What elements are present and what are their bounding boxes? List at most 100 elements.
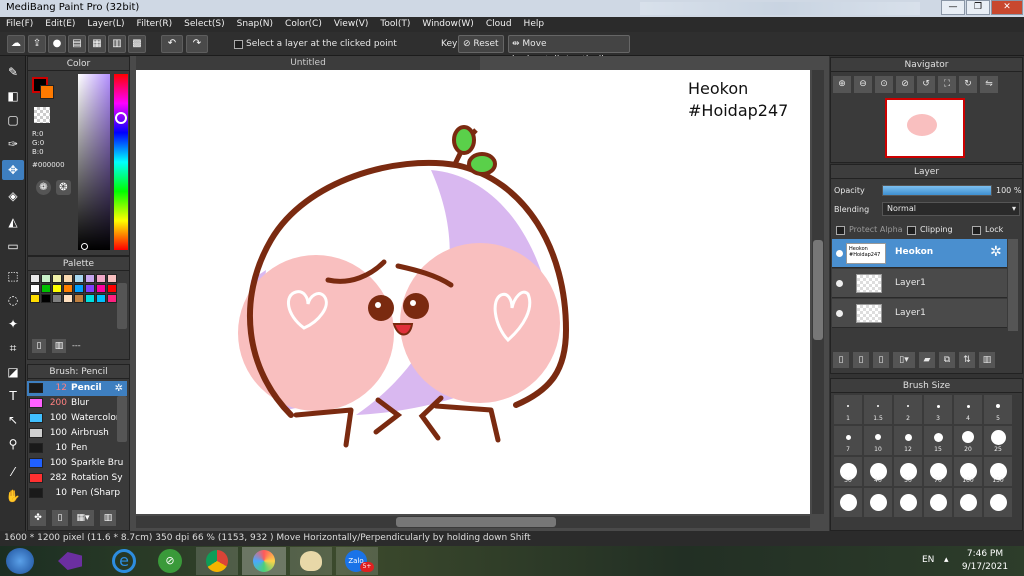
- close-button[interactable]: ✕: [991, 0, 1023, 15]
- brush-size-cell[interactable]: [924, 488, 952, 517]
- brush-size-cell[interactable]: [954, 488, 982, 517]
- palette-swatch[interactable]: [85, 284, 95, 293]
- bucket-tool-icon[interactable]: ◭: [2, 212, 24, 232]
- palette-swatch[interactable]: [96, 294, 106, 303]
- brush-size-cell[interactable]: 1.5: [864, 395, 892, 424]
- palette-swatch[interactable]: [41, 284, 51, 293]
- secondary-color-swatch[interactable]: [40, 85, 54, 99]
- brush-settings-gear-icon[interactable]: ✲: [115, 381, 123, 396]
- brush-size-cell[interactable]: 7: [834, 426, 862, 455]
- move-layer-icon[interactable]: ⇅: [959, 352, 975, 368]
- palette-swatch[interactable]: [30, 284, 40, 293]
- visibility-eye-icon[interactable]: [836, 310, 843, 317]
- brush-size-cell[interactable]: 12: [894, 426, 922, 455]
- visibility-eye-icon[interactable]: [836, 280, 843, 287]
- lock-checkbox[interactable]: [972, 226, 981, 235]
- layer-scrollbar[interactable]: [1008, 239, 1018, 331]
- brush-size-cell[interactable]: 70: [924, 457, 952, 486]
- hue-slider[interactable]: [114, 74, 128, 250]
- minimize-button[interactable]: —: [941, 0, 965, 15]
- document-tab[interactable]: Untitled: [136, 56, 480, 70]
- hand-tool-icon[interactable]: ✋: [2, 486, 24, 506]
- visibility-eye-icon[interactable]: [836, 250, 843, 257]
- palette-swatch[interactable]: [85, 294, 95, 303]
- paint-task[interactable]: [290, 547, 332, 575]
- opacity-slider[interactable]: [882, 185, 992, 196]
- pen-tool-icon[interactable]: ⁄: [2, 462, 24, 482]
- saturation-value-field[interactable]: [78, 74, 110, 250]
- color-picker-icon[interactable]: ❂: [56, 180, 71, 195]
- add-layer-menu-icon[interactable]: ▯▾: [893, 352, 915, 368]
- color-wheel-icon[interactable]: ❁: [36, 180, 51, 195]
- palette-swatch[interactable]: [107, 284, 117, 293]
- menu-tool[interactable]: Tool(T): [374, 17, 416, 32]
- zoom-fit-icon[interactable]: ⊙: [875, 76, 893, 93]
- navigator-preview[interactable]: [885, 98, 965, 158]
- vertical-scroll-thumb[interactable]: [813, 240, 823, 340]
- brush-item[interactable]: 100 Watercolor: [27, 411, 127, 426]
- drawing-canvas[interactable]: Heokon #Hoidap247: [136, 70, 810, 514]
- delete-layer-icon[interactable]: ▥: [979, 352, 995, 368]
- lasso-fill-icon[interactable]: ◈: [2, 186, 24, 206]
- brush-item[interactable]: 10 Pen (Sharp: [27, 486, 127, 501]
- rectangle-tool-icon[interactable]: ▢: [2, 110, 24, 130]
- new-layer-icon[interactable]: ▯: [833, 352, 849, 368]
- dot-tool-icon[interactable]: ✑: [2, 134, 24, 154]
- menu-cloud[interactable]: Cloud: [480, 17, 518, 32]
- canvas-vertical-scrollbar[interactable]: [812, 70, 824, 514]
- brush-item[interactable]: 10 Pen: [27, 441, 127, 456]
- new-palette-icon[interactable]: ▯: [32, 339, 46, 353]
- menu-filter[interactable]: Filter(R): [131, 17, 179, 32]
- menu-edit[interactable]: Edit(E): [39, 17, 81, 32]
- brush-size-cell[interactable]: 40: [864, 457, 892, 486]
- brush-size-cell[interactable]: 4: [954, 395, 982, 424]
- text-tool-icon[interactable]: T: [2, 386, 24, 406]
- menu-snap[interactable]: Snap(N): [231, 17, 279, 32]
- menu-window[interactable]: Window(W): [416, 17, 479, 32]
- layer-settings-gear-icon[interactable]: ✲: [990, 244, 1002, 260]
- transparent-swatch[interactable]: [34, 107, 50, 123]
- brush-size-cell[interactable]: [984, 488, 1012, 517]
- chat-icon[interactable]: ▤: [68, 35, 86, 53]
- merge-layer-icon[interactable]: ⧉: [939, 352, 955, 368]
- menu-view[interactable]: View(V): [328, 17, 375, 32]
- brush-size-cell[interactable]: 100: [954, 457, 982, 486]
- medibang-task[interactable]: [242, 547, 286, 575]
- menu-select[interactable]: Select(S): [178, 17, 231, 32]
- palette-scrollbar[interactable]: [117, 283, 127, 329]
- blending-select[interactable]: Normal ▾: [882, 202, 1020, 216]
- select-pen-icon[interactable]: ⌗: [2, 338, 24, 358]
- delete-brush-icon[interactable]: ▥: [100, 510, 116, 526]
- brush-tool-icon[interactable]: ✎: [2, 62, 24, 82]
- palette-swatch[interactable]: [74, 294, 84, 303]
- brush-size-cell[interactable]: 3: [924, 395, 952, 424]
- zalo-task[interactable]: Zalo 5+: [336, 547, 378, 575]
- menu-file[interactable]: File(F): [0, 17, 39, 32]
- palette-swatch[interactable]: [41, 274, 51, 283]
- palette-swatch[interactable]: [96, 284, 106, 293]
- zoom-in-icon[interactable]: ⊕: [833, 76, 851, 93]
- document-icon[interactable]: ▦: [88, 35, 106, 53]
- brush-size-cell[interactable]: 2: [894, 395, 922, 424]
- lasso-icon[interactable]: ◌: [2, 290, 24, 310]
- flip-icon[interactable]: ⇋: [980, 76, 998, 93]
- brush-size-cell[interactable]: 50: [894, 457, 922, 486]
- green-app-icon[interactable]: ⊘: [158, 549, 182, 573]
- protect-alpha-checkbox[interactable]: [836, 226, 845, 235]
- language-indicator[interactable]: EN: [922, 555, 934, 565]
- rotate-left-icon[interactable]: ↺: [917, 76, 935, 93]
- select-rect-icon[interactable]: ⬚: [2, 266, 24, 286]
- redo-icon[interactable]: ↷: [186, 35, 208, 53]
- tray-chevron-icon[interactable]: ▴: [944, 555, 949, 565]
- brush-item[interactable]: 200 Blur: [27, 396, 127, 411]
- sv-cursor[interactable]: [81, 243, 88, 250]
- brush-size-cell[interactable]: [834, 488, 862, 517]
- zoom-actual-icon[interactable]: ⊘: [896, 76, 914, 93]
- brush-item[interactable]: 282 Rotation Sy: [27, 471, 127, 486]
- brush-item[interactable]: 100 Airbrush: [27, 426, 127, 441]
- palette-swatch[interactable]: [107, 294, 117, 303]
- palette-swatch[interactable]: [41, 294, 51, 303]
- brush-size-cell[interactable]: 15: [924, 426, 952, 455]
- layout-icon[interactable]: ▥: [108, 35, 126, 53]
- start-button-icon[interactable]: [6, 548, 34, 574]
